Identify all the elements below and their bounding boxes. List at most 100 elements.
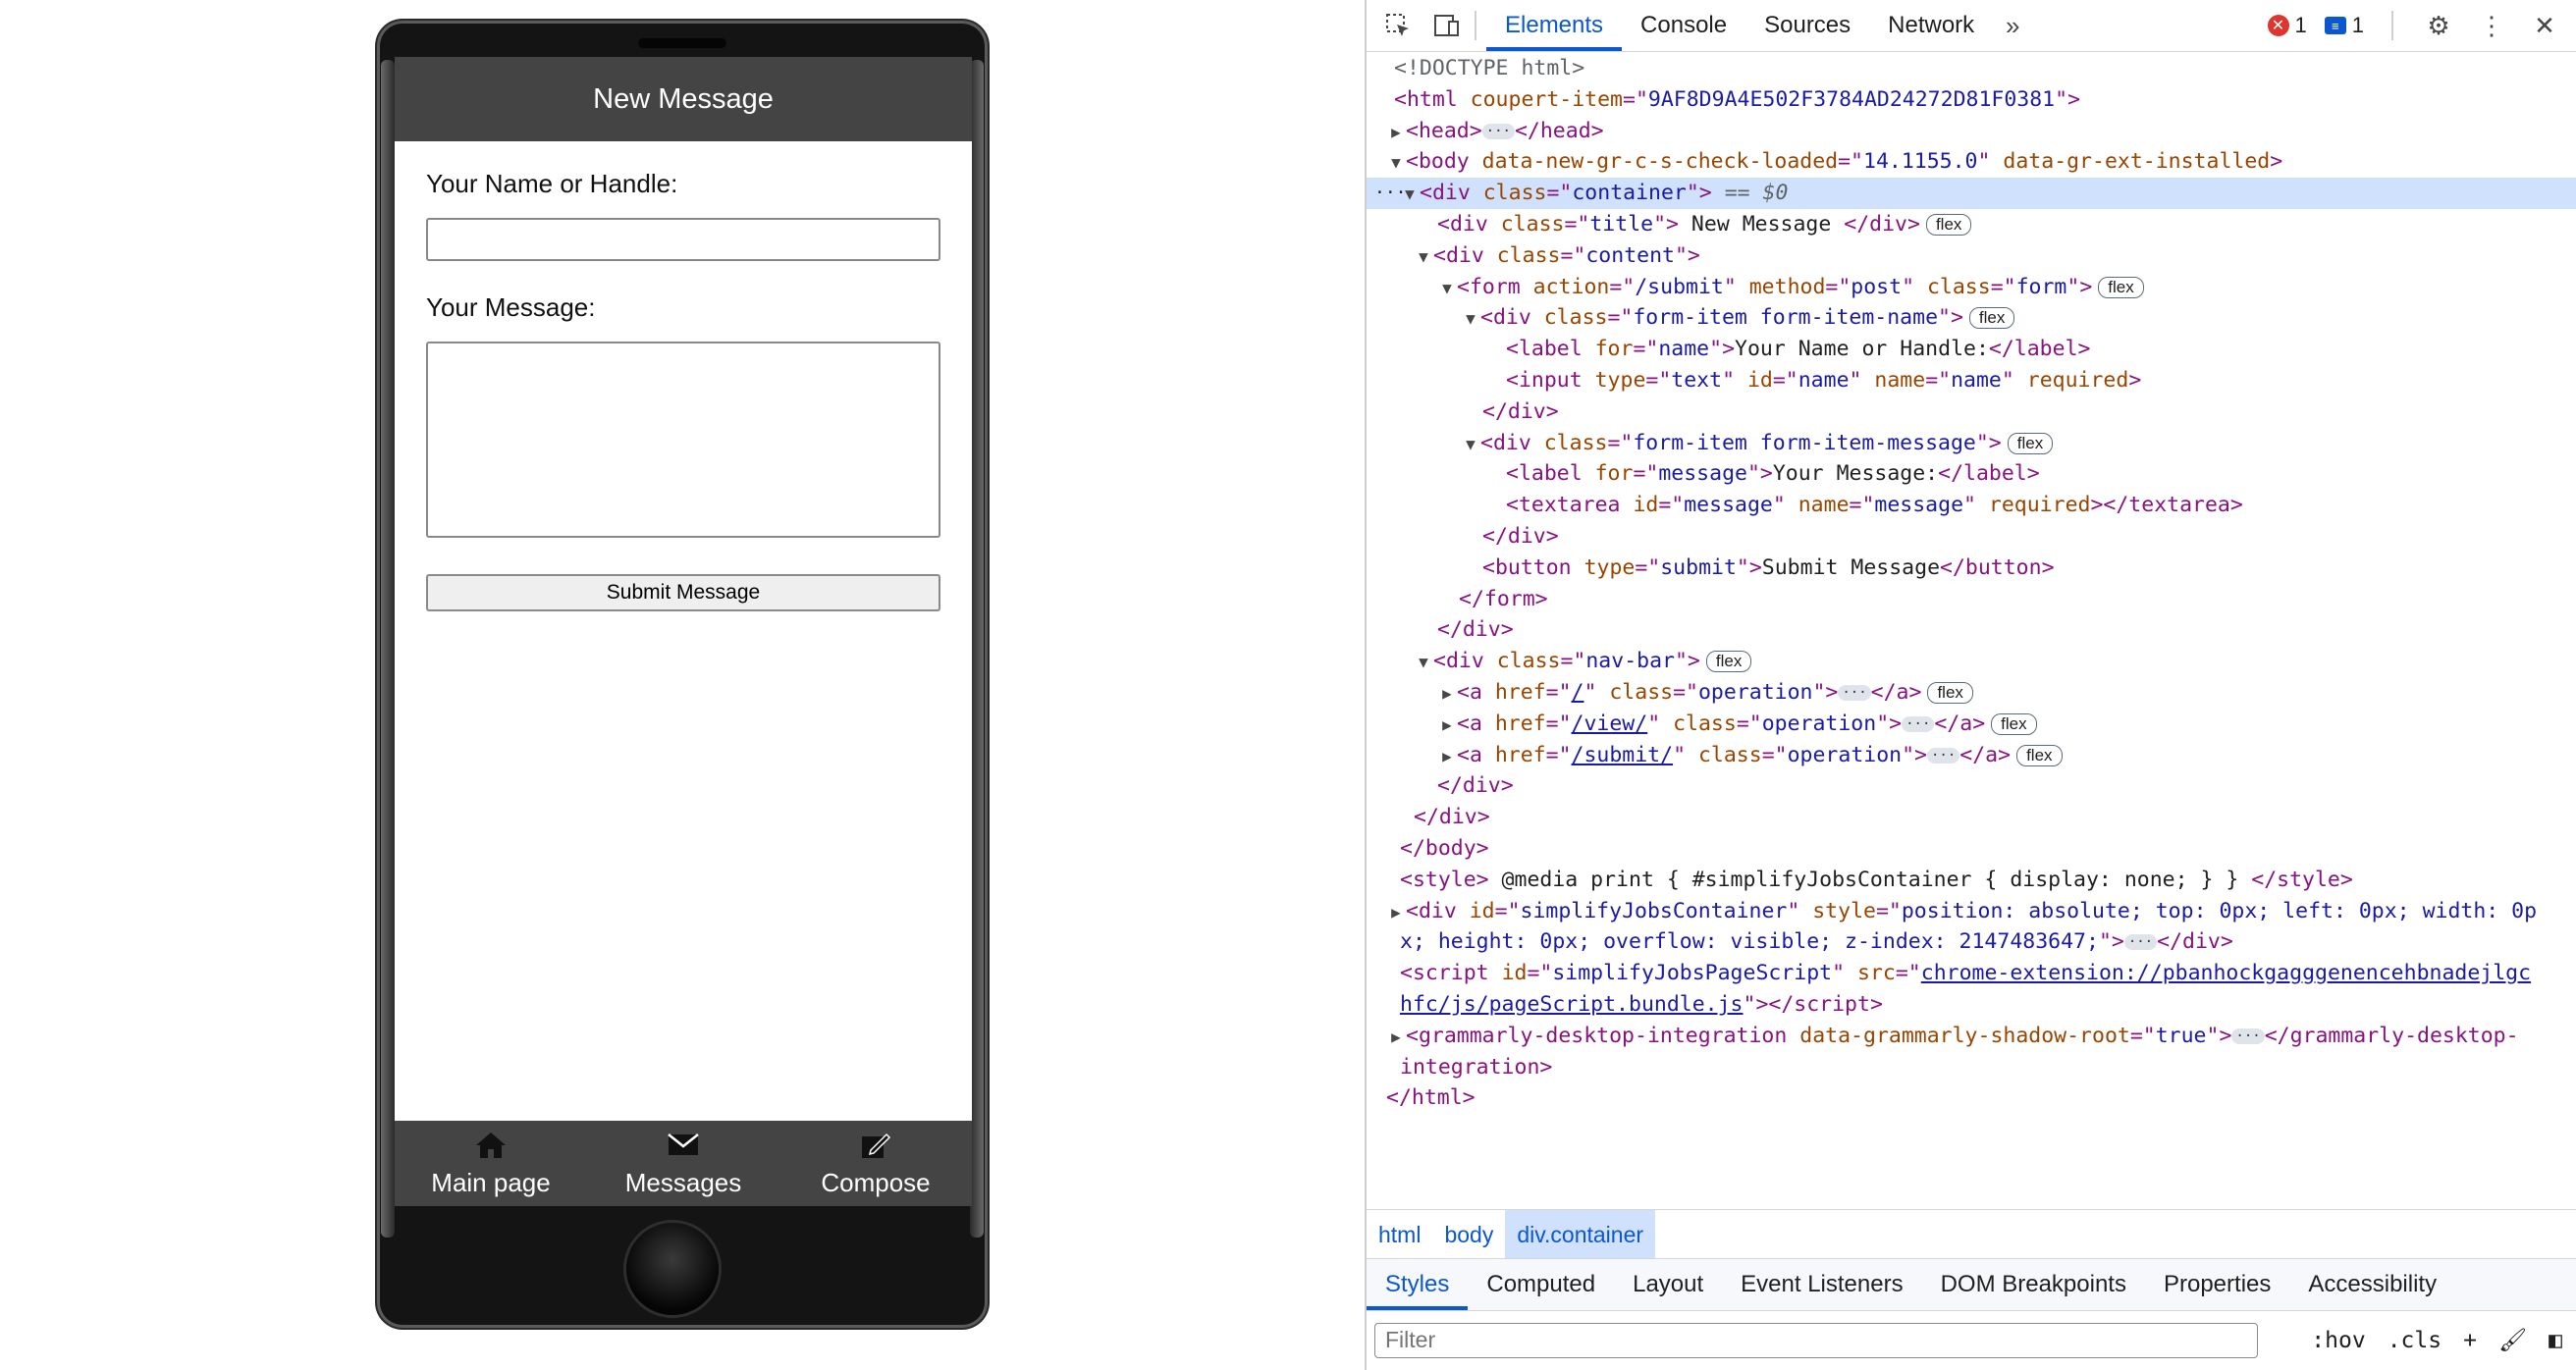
script-src-part2[interactable]: hfc/js/pageScript.bundle.js	[1400, 992, 1744, 1017]
dom-line-container-selected[interactable]: ··· ▼ <div class="container"> == $0	[1367, 178, 2576, 209]
collapsed-ellipsis-icon[interactable]: ···	[1902, 715, 1935, 732]
error-badge[interactable]: ✕ 1	[2267, 13, 2307, 38]
tab-elements[interactable]: Elements	[1486, 0, 1623, 51]
expand-arrow-icon[interactable]: ▶	[1386, 117, 1406, 148]
collapsed-ellipsis-icon[interactable]: ···	[2123, 934, 2158, 951]
submit-message-button[interactable]: Submit Message	[426, 574, 940, 611]
dom-line-script[interactable]: <script id="simplifyJobsPageScript" src=…	[1367, 958, 2576, 989]
dom-line-doctype[interactable]: <!DOCTYPE html>	[1367, 53, 2576, 84]
flex-badge[interactable]: flex	[1991, 712, 2037, 735]
tab-styles[interactable]: Styles	[1367, 1259, 1469, 1310]
dom-line-close-div[interactable]: </div>	[1367, 770, 2576, 802]
script-src-part1[interactable]: chrome-extension://pbanhockgagggenencehb…	[1921, 961, 2531, 985]
tab-network[interactable]: Network	[1869, 0, 1993, 51]
dom-line-grammarly-wrap[interactable]: integration>	[1367, 1052, 2576, 1083]
dom-line-simplify-div[interactable]: ▶ <div id="simplifyJobsContainer" style="…	[1367, 896, 2576, 927]
hover-state-toggle[interactable]: :hov	[2311, 1328, 2365, 1353]
collapsed-ellipsis-icon[interactable]: ···	[1838, 684, 1871, 701]
expand-arrow-icon[interactable]: ▶	[1437, 710, 1457, 741]
tab-event-listeners[interactable]: Event Listeners	[1722, 1259, 1921, 1310]
nav-main-page[interactable]: Main page	[402, 1121, 579, 1206]
expand-arrow-icon[interactable]: ▶	[1437, 678, 1457, 710]
dom-line-form[interactable]: ▼ <form action="/submit" method="post" cl…	[1367, 272, 2576, 303]
dom-line-close-html[interactable]: </html>	[1367, 1082, 2576, 1114]
flex-badge[interactable]: flex	[2016, 744, 2063, 766]
paint-brush-icon[interactable]: 🖌	[2498, 1327, 2527, 1353]
breadcrumb-html[interactable]: html	[1367, 1210, 1432, 1259]
dom-line-grammarly[interactable]: ▶ <grammarly-desktop-integration data-gra…	[1367, 1021, 2576, 1052]
close-devtools-icon[interactable]: ✕	[2527, 8, 2562, 43]
dom-line-close-body[interactable]: </body>	[1367, 833, 2576, 865]
collapsed-ellipsis-icon[interactable]: ···	[2231, 1028, 2265, 1044]
dom-line-style[interactable]: <style> @media print { #simplifyJobsCont…	[1367, 865, 2576, 896]
collapse-arrow-icon[interactable]: ▼	[1386, 147, 1406, 179]
collapse-arrow-icon[interactable]: ▼	[1437, 273, 1457, 304]
dom-line-nav-link[interactable]: ▶ <a href="/view/" class="operation"> ··· <…	[1367, 709, 2576, 740]
dom-line-close-div[interactable]: </div>	[1367, 802, 2576, 833]
more-options-icon[interactable]: ⋮	[2474, 8, 2509, 43]
tab-accessibility[interactable]: Accessibility	[2289, 1259, 2455, 1310]
inspect-element-icon[interactable]	[1380, 8, 1416, 43]
dom-line-button[interactable]: <button type="submit">Submit Message</bu…	[1367, 553, 2576, 584]
dom-line-input-name[interactable]: <input type="text" id="name" name="name"…	[1367, 365, 2576, 396]
tab-properties[interactable]: Properties	[2145, 1259, 2289, 1310]
tab-console[interactable]: Console	[1622, 0, 1745, 51]
dom-line-body[interactable]: ▼ <body data-new-gr-c-s-check-loaded="14.…	[1367, 146, 2576, 178]
collapse-arrow-icon[interactable]: ▼	[1461, 303, 1480, 335]
dom-line-head[interactable]: ▶ <head> ··· </head>	[1367, 116, 2576, 147]
dom-line-form-item-message[interactable]: ▼ <div class="form-item form-item-message…	[1367, 428, 2576, 459]
tab-layout[interactable]: Layout	[1614, 1259, 1722, 1310]
breadcrumb-body[interactable]: body	[1432, 1210, 1505, 1259]
dom-line-close-div[interactable]: </div>	[1367, 396, 2576, 428]
tab-sources[interactable]: Sources	[1745, 0, 1869, 51]
expand-arrow-icon[interactable]: ▶	[1437, 741, 1457, 772]
nav-href-link[interactable]: /	[1572, 680, 1584, 705]
flex-badge[interactable]: flex	[2098, 276, 2144, 298]
nav-messages[interactable]: Messages	[595, 1121, 772, 1206]
flex-badge[interactable]: flex	[1705, 651, 1752, 673]
dom-line-close-div[interactable]: </div>	[1367, 521, 2576, 553]
flex-badge[interactable]: flex	[2007, 432, 2054, 454]
flex-badge[interactable]: flex	[1927, 681, 1973, 704]
dom-line-textarea[interactable]: <textarea id="message" name="message" re…	[1367, 490, 2576, 521]
dom-line-close-div[interactable]: </div>	[1367, 614, 2576, 646]
collapsed-ellipsis-icon[interactable]: ···	[1926, 747, 1960, 764]
dom-line-nav-link[interactable]: ▶ <a href="/submit/" class="operation"> ··…	[1367, 740, 2576, 771]
settings-gear-icon[interactable]: ⚙	[2421, 8, 2456, 43]
flex-badge[interactable]: flex	[1925, 213, 1972, 236]
nav-compose[interactable]: Compose	[787, 1121, 964, 1206]
dom-line-form-item-name[interactable]: ▼ <div class="form-item form-item-name"> f…	[1367, 302, 2576, 334]
tab-dom-breakpoints[interactable]: DOM Breakpoints	[1922, 1259, 2145, 1310]
nav-href-link[interactable]: /view/	[1572, 711, 1648, 736]
dom-line-nav-link[interactable]: ▶ <a href="/" class="operation"> ··· </a> fl…	[1367, 677, 2576, 709]
nav-href-link[interactable]: /submit/	[1572, 743, 1674, 767]
class-toggle[interactable]: .cls	[2388, 1328, 2442, 1353]
collapse-arrow-icon[interactable]: ▼	[1414, 647, 1433, 678]
dom-line-script-wrap[interactable]: hfc/js/pageScript.bundle.js"></script>	[1367, 989, 2576, 1021]
collapse-arrow-icon[interactable]: ▼	[1461, 429, 1480, 460]
dom-line-simplify-div-wrap[interactable]: x; height: 0px; overflow: visible; z-ind…	[1367, 926, 2576, 958]
dom-line-label-name[interactable]: <label for="name">Your Name or Handle:</…	[1367, 334, 2576, 365]
dom-line-label-message[interactable]: <label for="message">Your Message:</labe…	[1367, 458, 2576, 490]
device-toolbar-icon[interactable]	[1429, 8, 1465, 43]
more-actions-icon[interactable]: ···	[1374, 178, 1407, 209]
dom-line-html[interactable]: <html coupert-item="9AF8D9A4E502F3784AD2…	[1367, 84, 2576, 116]
message-textarea[interactable]	[426, 342, 940, 538]
collapsed-ellipsis-icon[interactable]: ···	[1481, 123, 1515, 139]
expand-arrow-icon[interactable]: ▶	[1386, 1022, 1406, 1053]
collapse-arrow-icon[interactable]: ▼	[1414, 241, 1433, 273]
breadcrumb-div-container[interactable]: div.container	[1505, 1210, 1656, 1259]
name-input[interactable]	[426, 218, 940, 261]
tab-computed[interactable]: Computed	[1468, 1259, 1614, 1310]
more-tabs-icon[interactable]: »	[1995, 8, 2030, 43]
dom-line-nav-bar[interactable]: ▼ <div class="nav-bar"> flex	[1367, 646, 2576, 677]
dom-line-content[interactable]: ▼ <div class="content">	[1367, 240, 2576, 272]
expand-arrow-icon[interactable]: ▶	[1386, 897, 1406, 928]
new-style-rule-icon[interactable]: +	[2463, 1328, 2477, 1353]
flex-badge[interactable]: flex	[1968, 307, 2015, 330]
toggle-sidebar-icon[interactable]: ◧	[2549, 1328, 2562, 1353]
dom-line-title[interactable]: <div class="title"> New Message </div> fl…	[1367, 209, 2576, 240]
message-badge[interactable]: ≡ 1	[2324, 13, 2364, 38]
dom-line-close-form[interactable]: </form>	[1367, 584, 2576, 615]
styles-filter-input[interactable]	[1374, 1322, 2258, 1358]
